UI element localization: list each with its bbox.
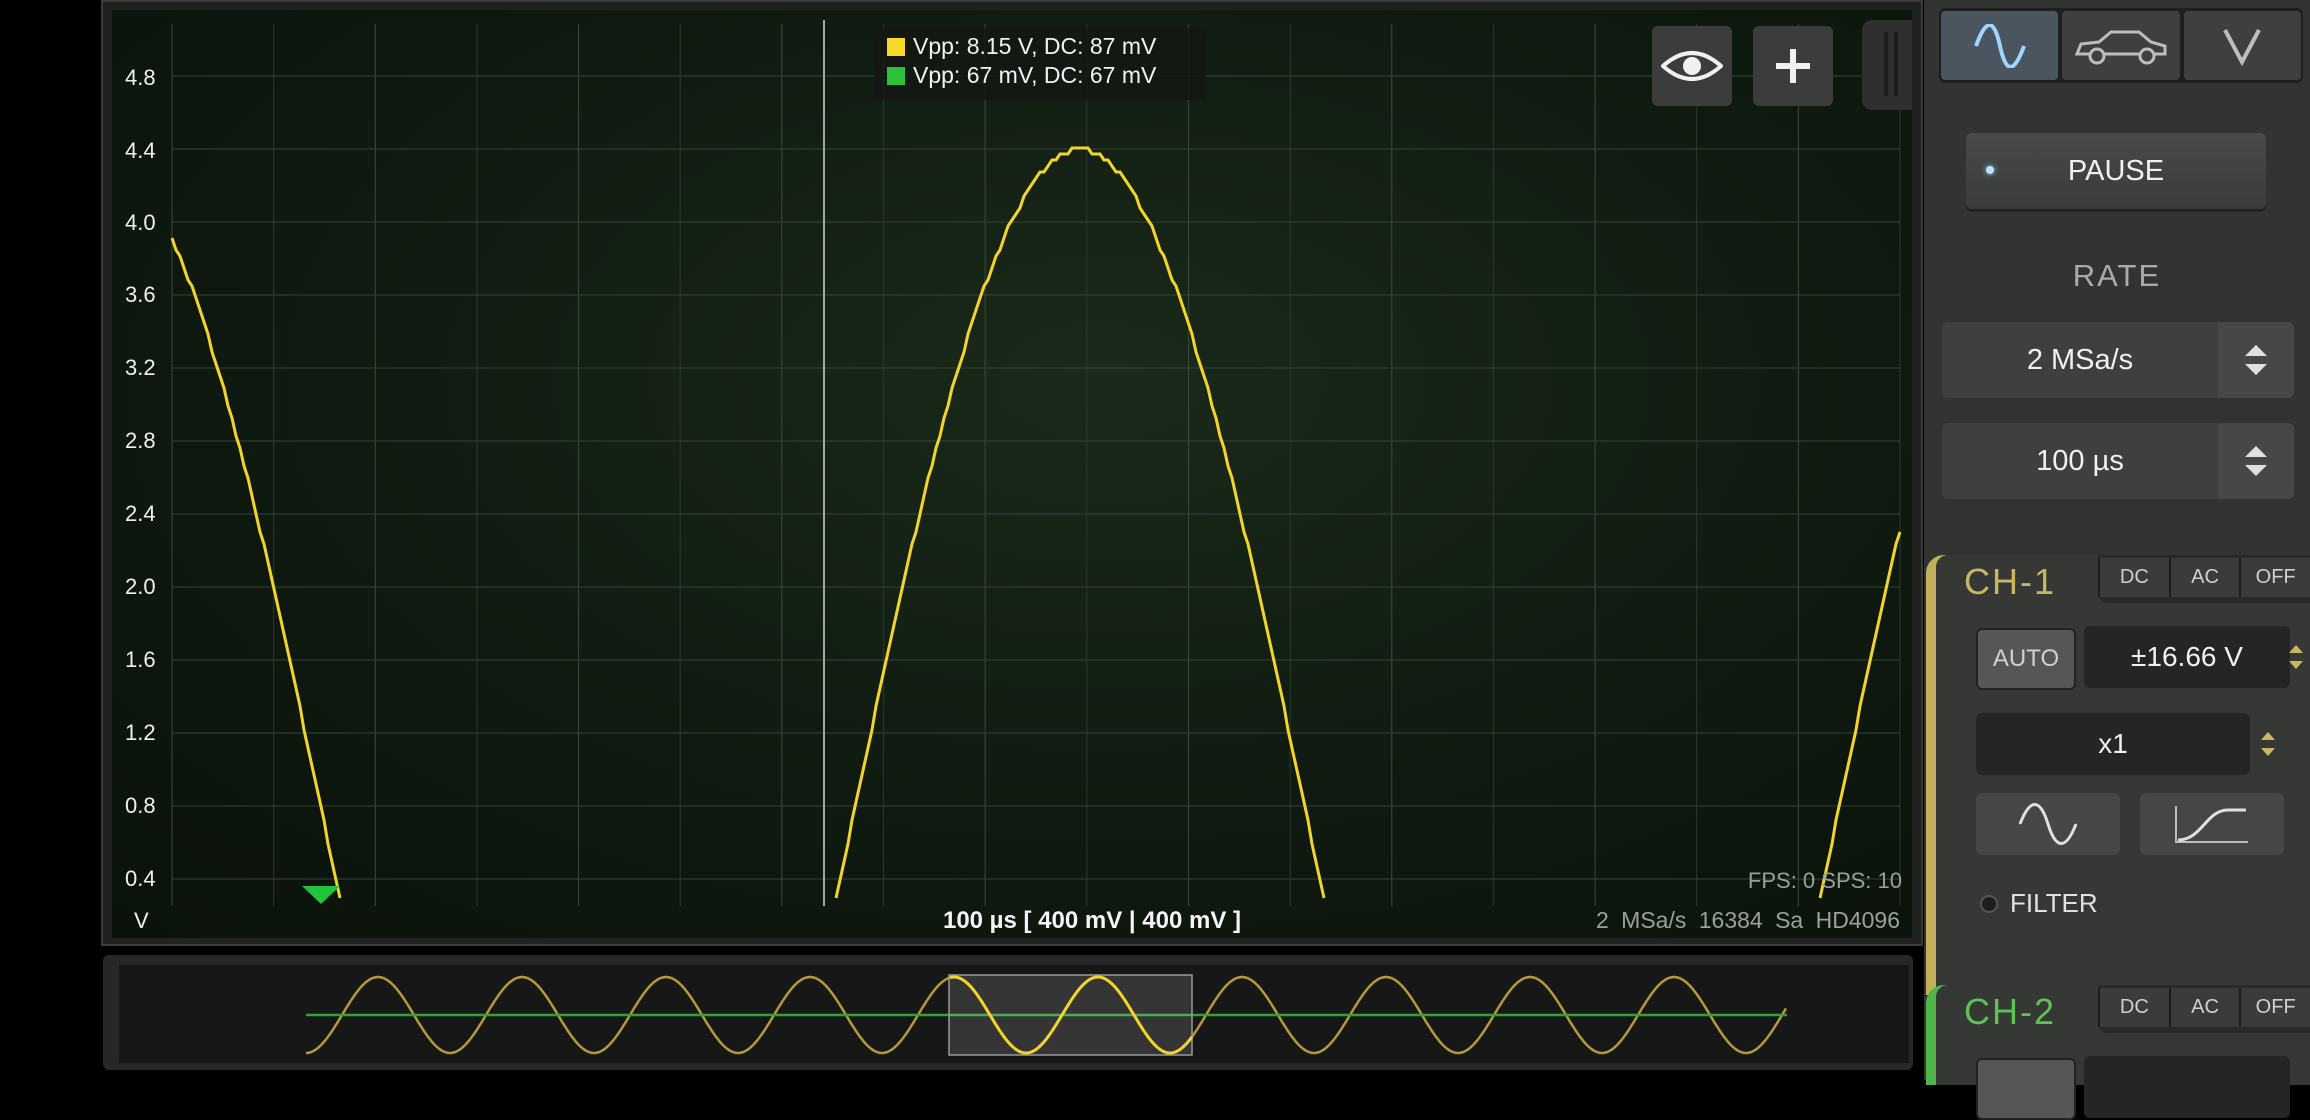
- grip-icon: [1884, 32, 1898, 96]
- voltmeter-icon: [2223, 28, 2262, 66]
- ch2-coupling-off[interactable]: OFF: [2239, 988, 2310, 1027]
- sample-rate-value: 2 MSa/s: [2026, 343, 2134, 376]
- tab-oscilloscope[interactable]: [1941, 11, 2059, 80]
- y-tick-label: 0.4: [125, 866, 156, 891]
- up-down-arrows-icon: [2261, 732, 2275, 756]
- trigger-marker: [302, 886, 340, 904]
- y-unit-label: V: [134, 908, 149, 933]
- plus-icon: [1776, 49, 1810, 83]
- ch2-auto-button[interactable]: [1976, 1058, 2076, 1120]
- ch2-color-swatch: [887, 66, 905, 85]
- y-tick-label: 1.2: [125, 720, 156, 745]
- y-tick-label: 4.8: [125, 65, 156, 90]
- ch1-filter-toggle[interactable]: FILTER: [1980, 888, 2098, 919]
- ch1-coupling-dc[interactable]: DC: [2098, 558, 2169, 597]
- ch2-title: CH-2: [1964, 991, 2057, 1032]
- fps-readout: FPS: 0 SPS: 10: [1747, 868, 1902, 893]
- ch2-coupling-dc[interactable]: DC: [2098, 988, 2169, 1027]
- y-tick-label: 2.4: [125, 501, 156, 526]
- pause-label: PAUSE: [2067, 154, 2165, 187]
- eye-icon: [1661, 51, 1723, 81]
- up-down-arrows-icon: [2289, 645, 2303, 669]
- ch2-range-value[interactable]: [2084, 1056, 2290, 1118]
- legend-row-ch2: Vpp: 67 mV, DC: 67 mV: [887, 61, 1205, 90]
- ch1-coupling-group: DC AC OFF: [2098, 555, 2310, 603]
- ch1-filter-curve-button[interactable]: [2140, 793, 2284, 855]
- ch2-controls: CH-2 DC AC OFF: [1936, 985, 2310, 1120]
- ch1-range-value[interactable]: ±16.66 V: [2084, 626, 2290, 688]
- pause-button[interactable]: PAUSE: [1966, 133, 2266, 209]
- sample-rate-arrows[interactable]: [2218, 322, 2294, 398]
- ch1-color-swatch: [887, 37, 905, 56]
- legend-row-ch1: Vpp: 8.15 V, DC: 87 mV: [887, 32, 1205, 61]
- up-down-arrows-icon: [2245, 446, 2267, 476]
- ch1-trace: [170, 146, 1902, 899]
- timebase-readout: 100 µs [ 400 mV | 400 mV ]: [942, 907, 1242, 934]
- scope-grid: [171, 24, 1901, 906]
- y-tick-label: 1.6: [125, 647, 156, 672]
- ch2-coupling-ac[interactable]: AC: [2168, 988, 2240, 1027]
- y-tick-label: 3.6: [125, 282, 156, 307]
- control-panel: PAUSE RATE 2 MSa/s 100 µs CH-1 DC AC OFF…: [1924, 0, 2310, 1120]
- measurement-legend: Vpp: 8.15 V, DC: 87 mV Vpp: 67 mV, DC: 6…: [875, 28, 1205, 100]
- tab-automotive[interactable]: [2062, 11, 2180, 80]
- y-tick-label: 4.0: [125, 210, 156, 235]
- scope-plot: [170, 20, 1902, 906]
- ch2-card: CH-2 DC AC OFF: [1926, 985, 2310, 1120]
- overview-plot: [305, 974, 1788, 1056]
- timebase-arrows[interactable]: [2218, 423, 2294, 499]
- car-icon: [2074, 30, 2167, 64]
- add-button[interactable]: [1753, 26, 1833, 106]
- sine-wave-icon: [1973, 23, 2026, 68]
- visibility-button[interactable]: [1652, 26, 1732, 106]
- ch1-probe-arrows[interactable]: [2254, 713, 2282, 775]
- ch1-probe-value[interactable]: x1: [1976, 713, 2250, 775]
- panel-drawer-handle[interactable]: [1862, 20, 1912, 110]
- ch1-coupling-off[interactable]: OFF: [2239, 558, 2310, 597]
- sine-wave-icon: [2018, 803, 2078, 845]
- tab-voltmeter[interactable]: [2183, 11, 2301, 80]
- ch1-measurement: Vpp: 8.15 V, DC: 87 mV: [913, 33, 1157, 59]
- rate-heading: RATE: [2072, 258, 2162, 293]
- filter-label: FILTER: [2010, 888, 2098, 918]
- ch1-auto-button[interactable]: AUTO: [1976, 628, 2076, 690]
- timebase-value: 100 µs: [2036, 444, 2124, 477]
- y-tick-label: 2.8: [125, 428, 156, 453]
- sample-rate-spinner[interactable]: 2 MSa/s: [1942, 322, 2294, 398]
- overview-view-window: [948, 974, 1193, 1056]
- ch1-range-arrows[interactable]: [2282, 626, 2310, 688]
- status-led-icon: [1986, 166, 1994, 174]
- ch1-card: CH-1 DC AC OFF AUTO ±16.66 V x1 FILTER: [1926, 555, 2310, 995]
- mode-tabs: [1939, 8, 2303, 83]
- acquisition-readout: 2 MSa/s 16384 Sa HD4096: [1595, 907, 1900, 933]
- ch1-title: CH-1: [1964, 561, 2057, 602]
- scope-display[interactable]: 4.8 4.4 4.0 3.6 3.2 2.8 2.4 2.0 1.6 1.2 …: [112, 10, 1912, 938]
- filter-led-icon: [1980, 894, 1998, 913]
- ch1-waveform-button[interactable]: [1976, 793, 2120, 855]
- y-tick-label: 3.2: [125, 355, 156, 380]
- y-tick-label: 2.0: [125, 574, 156, 599]
- up-down-arrows-icon: [2245, 345, 2267, 375]
- y-tick-label: 0.8: [125, 793, 156, 818]
- ch1-coupling-ac[interactable]: AC: [2168, 558, 2240, 597]
- timebase-spinner[interactable]: 100 µs: [1942, 423, 2294, 499]
- ch2-coupling-group: DC AC OFF: [2098, 985, 2310, 1033]
- ch2-measurement: Vpp: 67 mV, DC: 67 mV: [913, 62, 1157, 88]
- overview-display[interactable]: [119, 965, 1909, 1063]
- filter-curve-icon: [2175, 806, 2248, 843]
- y-tick-label: 4.4: [125, 138, 156, 163]
- ch1-controls: CH-1 DC AC OFF AUTO ±16.66 V x1 FILTER: [1936, 555, 2310, 995]
